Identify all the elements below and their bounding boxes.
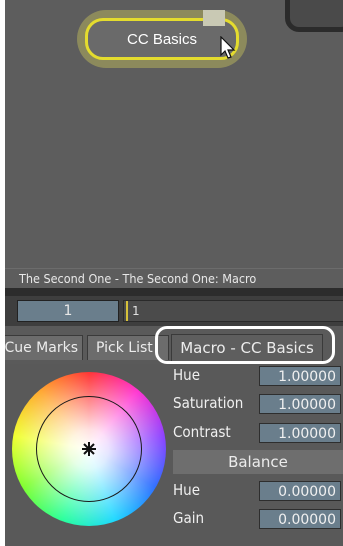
- balance-section-header: Balance: [173, 450, 343, 474]
- panel-divider: [5, 288, 343, 296]
- balance-hue-label: Hue: [173, 481, 201, 499]
- macro-node-port: [203, 10, 225, 26]
- playhead-marker[interactable]: [126, 301, 128, 321]
- hue-field[interactable]: 1.00000: [259, 366, 341, 386]
- node-schematic-panel[interactable]: CC Basics The Second One - The Second On…: [5, 0, 343, 288]
- color-wheel[interactable]: [12, 372, 166, 526]
- macro-controls-panel: Hue 1.00000 Saturation 1.00000 Contrast …: [5, 364, 343, 546]
- timeline-frame-label: 1: [132, 304, 140, 318]
- balance-gain-field[interactable]: 0.00000: [259, 509, 341, 529]
- tab-cue-marks[interactable]: Cue Marks: [5, 335, 83, 360]
- node-path-caption: The Second One - The Second One: Macro: [5, 268, 343, 288]
- timeline-bar: 1 1: [5, 296, 343, 326]
- saturation-label: Saturation: [173, 394, 244, 412]
- mouse-cursor-icon: [220, 36, 236, 59]
- contrast-label: Contrast: [173, 423, 231, 441]
- current-frame-field[interactable]: 1: [17, 300, 119, 322]
- corner-node-shape: [285, 0, 343, 32]
- balance-gain-label: Gain: [173, 509, 205, 527]
- saturation-field[interactable]: 1.00000: [259, 394, 341, 414]
- balance-hue-field[interactable]: 0.00000: [259, 481, 341, 501]
- timeline-track[interactable]: 1: [123, 300, 343, 322]
- tab-highlight-annotation: [155, 326, 335, 364]
- hue-label: Hue: [173, 366, 201, 384]
- app-window: CC Basics The Second One - The Second On…: [5, 0, 343, 546]
- contrast-field[interactable]: 1.00000: [259, 423, 341, 443]
- color-wheel-handle-icon[interactable]: [82, 442, 96, 456]
